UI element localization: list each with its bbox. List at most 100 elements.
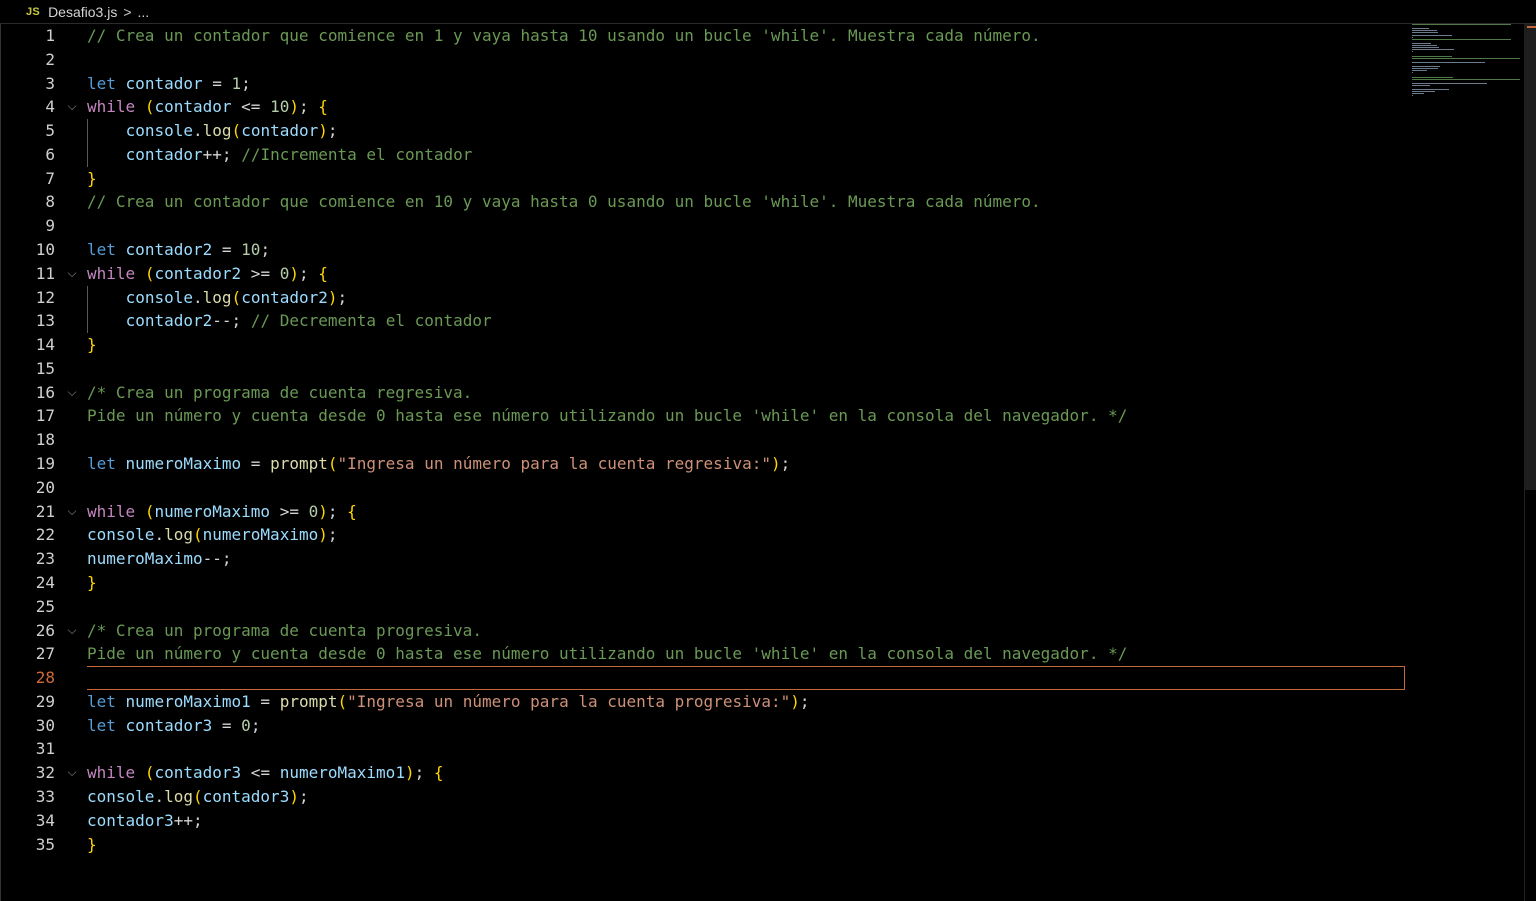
line-number: 15: [35, 358, 55, 378]
breadcrumb-symbol-ellipsis[interactable]: ...: [138, 4, 150, 20]
line-number: 3: [45, 73, 55, 93]
line-number: 5: [45, 121, 55, 141]
line-number: 31: [35, 739, 55, 759]
code-line[interactable]: numeroMaximo--;: [87, 547, 232, 571]
scrollbar-cursor-marker: [1527, 26, 1536, 28]
chevron-down-icon[interactable]: ⌵: [65, 262, 79, 286]
code-line[interactable]: }: [87, 167, 97, 191]
minimap-line: [1412, 82, 1487, 84]
line-number: 7: [45, 168, 55, 188]
code-line[interactable]: contador++; //Incrementa el contador: [87, 143, 473, 167]
line-number: 32: [35, 763, 55, 783]
line-number: 33: [35, 786, 55, 806]
line-number: 23: [35, 549, 55, 569]
line-number: 25: [35, 596, 55, 616]
code-line[interactable]: }: [87, 571, 97, 595]
line-number: 34: [35, 810, 55, 830]
indent-guide: [87, 142, 88, 167]
code-line[interactable]: }: [87, 833, 97, 857]
code-line[interactable]: // Crea un contador que comience en 1 y …: [87, 24, 1041, 48]
minimap-line: [1412, 66, 1440, 67]
minimap-line: [1412, 30, 1437, 32]
minimap-line: [1412, 47, 1439, 49]
minimap-line: [1412, 24, 1511, 25]
code-line[interactable]: while (contador2 >= 0); {: [87, 262, 328, 286]
chevron-down-icon[interactable]: ⌵: [65, 761, 79, 785]
scrollbar-thumb[interactable]: [1524, 24, 1536, 490]
active-line-highlight[interactable]: [87, 666, 1405, 690]
code-line[interactable]: contador2--; // Decrementa el contador: [87, 309, 492, 333]
minimap-line: [1412, 55, 1452, 57]
code-line[interactable]: console.log(contador);: [87, 119, 338, 143]
code-line[interactable]: let numeroMaximo1 = prompt("Ingresa un n…: [87, 690, 810, 714]
code-line[interactable]: // Crea un contador que comience en 10 y…: [87, 190, 1041, 214]
code-line[interactable]: while (contador <= 10); {: [87, 95, 328, 119]
minimap[interactable]: [1408, 24, 1522, 104]
line-number: 12: [35, 287, 55, 307]
line-number: 30: [35, 715, 55, 735]
indent-guide: [87, 119, 88, 143]
code-line[interactable]: }: [87, 333, 97, 357]
code-editor[interactable]: 1 // Crea un contador que comience en 1 y…: [0, 24, 1536, 901]
minimap-line: [1412, 36, 1413, 38]
minimap-line: [1412, 45, 1437, 46]
line-number: 27: [35, 644, 55, 664]
line-number: 1: [45, 26, 55, 45]
line-number: 14: [35, 335, 55, 355]
minimap-line: [1412, 91, 1435, 93]
code-line[interactable]: while (numeroMaximo >= 0); {: [87, 500, 357, 524]
minimap-line: [1412, 34, 1452, 36]
chevron-down-icon[interactable]: ⌵: [65, 619, 79, 643]
minimap-line: [1412, 76, 1453, 78]
line-number: 20: [35, 477, 55, 497]
line-number: 9: [45, 216, 55, 236]
minimap-line: [1412, 84, 1430, 86]
code-line[interactable]: console.log(numeroMaximo);: [87, 523, 338, 547]
code-line[interactable]: let contador2 = 10;: [87, 238, 270, 262]
indent-guide: [87, 285, 88, 310]
minimap-line: [1412, 49, 1454, 51]
line-number: 19: [35, 454, 55, 474]
indent-guide: [87, 309, 88, 334]
line-number: 2: [45, 49, 55, 69]
chevron-down-icon[interactable]: ⌵: [65, 381, 79, 405]
minimap-line: [1412, 78, 1520, 80]
minimap-line: [1412, 32, 1438, 34]
minimap-line: [1412, 42, 1431, 44]
minimap-line: [1412, 70, 1427, 72]
code-line[interactable]: console.log(contador2);: [87, 286, 348, 310]
code-line[interactable]: Pide un número y cuenta desde 0 hasta es…: [87, 404, 1127, 428]
line-number: 8: [45, 192, 55, 212]
minimap-line: [1412, 93, 1424, 95]
minimap-line: [1412, 51, 1413, 53]
minimap-line: [1412, 28, 1429, 30]
line-number: 29: [35, 691, 55, 711]
line-number: 4: [45, 97, 55, 117]
chevron-down-icon[interactable]: ⌵: [65, 500, 79, 524]
chevron-down-icon[interactable]: ⌵: [65, 95, 79, 119]
code-line[interactable]: console.log(contador3);: [87, 785, 309, 809]
code-line[interactable]: /* Crea un programa de cuenta regresiva.: [87, 381, 472, 405]
javascript-file-icon: JS: [26, 5, 41, 18]
code-line[interactable]: contador3++;: [87, 809, 203, 833]
code-line[interactable]: let contador = 1;: [87, 72, 251, 96]
code-line[interactable]: while (contador3 <= numeroMaximo1); {: [87, 761, 444, 785]
line-number: 6: [45, 144, 55, 164]
line-number: 16: [35, 382, 55, 402]
minimap-line: [1412, 95, 1413, 97]
line-number: 35: [35, 834, 55, 854]
code-line[interactable]: let numeroMaximo = prompt("Ingresa un nú…: [87, 452, 790, 476]
minimap-line: [1412, 72, 1413, 74]
minimap-line: [1412, 61, 1485, 63]
breadcrumb: JS Desafio3.js > ...: [0, 0, 1536, 24]
minimap-line: [1412, 38, 1511, 40]
code-line[interactable]: Pide un número y cuenta desde 0 hasta es…: [87, 642, 1127, 666]
minimap-line: [1412, 68, 1438, 70]
line-number: 17: [35, 406, 55, 426]
code-line[interactable]: /* Crea un programa de cuenta progresiva…: [87, 619, 482, 643]
line-number: 13: [35, 311, 55, 331]
minimap-line: [1412, 57, 1520, 59]
code-line[interactable]: let contador3 = 0;: [87, 714, 260, 738]
breadcrumb-file-name[interactable]: Desafio3.js: [48, 4, 117, 20]
line-number: 18: [35, 430, 55, 450]
